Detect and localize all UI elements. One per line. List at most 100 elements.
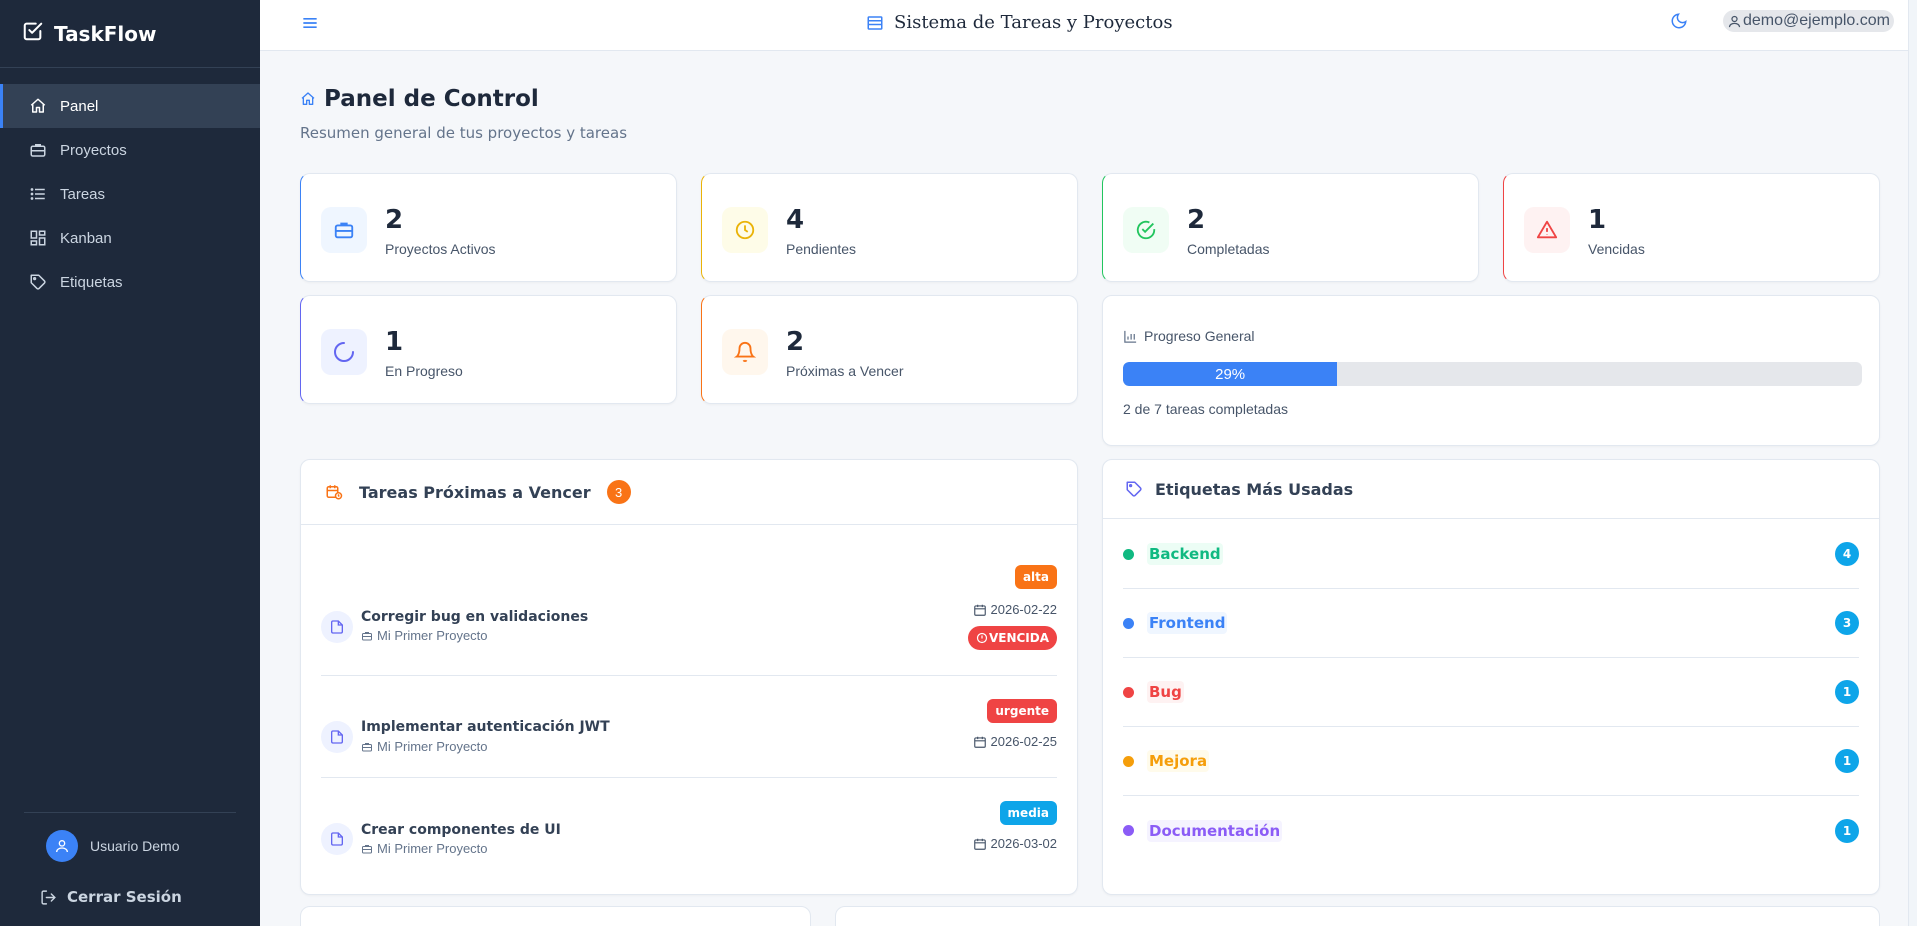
progress-title-text: Progreso General — [1144, 328, 1255, 344]
task-date-text: 2026-03-02 — [990, 836, 1058, 851]
task-project: Mi Primer Proyecto — [361, 841, 488, 856]
file-icon — [321, 721, 353, 753]
briefcase-icon — [361, 630, 373, 642]
stat-value: 2 — [786, 327, 805, 357]
tag-count-badge: 4 — [1835, 542, 1859, 566]
divider — [321, 777, 1057, 778]
stat-label: Pendientes — [786, 241, 857, 257]
stat-card-pendientes[interactable]: 4 Pendientes — [701, 173, 1078, 282]
scrollbar[interactable] — [1908, 0, 1917, 926]
briefcase-icon — [361, 843, 373, 855]
task-date: 2026-02-22 — [973, 602, 1057, 617]
moon-icon[interactable] — [1670, 12, 1688, 35]
home-icon — [300, 91, 316, 107]
stat-value: 2 — [385, 205, 404, 235]
tag-color-dot — [1123, 825, 1134, 836]
progress-fill: 29% — [1123, 362, 1338, 386]
upcoming-tasks-header: Tareas Próximas a Vencer 3 — [301, 460, 1077, 525]
topbar: Sistema de Tareas y Proyectos demo@ejemp… — [260, 0, 1917, 51]
tag-name: Documentación — [1147, 819, 1283, 842]
progress-title: Progreso General — [1123, 328, 1255, 344]
checkbox-logo-icon — [22, 20, 44, 47]
page-title: Panel de Control — [300, 86, 627, 112]
stat-card-en-progreso[interactable]: 1 En Progreso — [300, 295, 677, 404]
stat-card-proyectos-activos[interactable]: 2 Proyectos Activos — [300, 173, 677, 282]
bottom-card-right — [835, 906, 1880, 926]
avatar — [46, 830, 78, 862]
tag-row[interactable]: Bug 1 — [1123, 658, 1859, 727]
sidebar-item-tareas[interactable]: Tareas — [0, 172, 260, 216]
priority-badge: media — [999, 801, 1057, 825]
tag-row[interactable]: Documentación 1 — [1123, 796, 1859, 865]
alert-circle-icon — [976, 632, 988, 644]
task-date: 2026-03-02 — [973, 836, 1058, 851]
calendar-clock-icon — [325, 483, 343, 501]
task-name: Crear componentes de UI — [361, 822, 561, 838]
user-email: demo@ejemplo.com — [1743, 12, 1890, 29]
bell-icon — [722, 329, 768, 375]
sidebar-item-kanban[interactable]: Kanban — [0, 216, 260, 260]
upcoming-tasks-card: Tareas Próximas a Vencer 3 Corregir bug … — [300, 459, 1078, 895]
calendar-icon — [973, 837, 987, 851]
task-row[interactable]: Corregir bug en validaciones Mi Primer P… — [321, 565, 1057, 675]
upcoming-tasks-title: Tareas Próximas a Vencer — [359, 482, 591, 502]
task-date-text: 2026-02-25 — [990, 734, 1058, 749]
progress-card: Progreso General 29% 2 de 7 tareas compl… — [1102, 295, 1880, 446]
home-icon — [28, 96, 48, 116]
task-project: Mi Primer Proyecto — [361, 628, 488, 643]
user-name: Usuario Demo — [90, 838, 180, 854]
stat-card-completadas[interactable]: 2 Completadas — [1102, 173, 1479, 282]
stat-label: Próximas a Vencer — [786, 363, 904, 379]
tag-name: Frontend — [1147, 612, 1228, 634]
sidebar-item-panel[interactable]: Panel — [0, 84, 260, 128]
server-icon — [866, 14, 884, 32]
tag-count-badge: 1 — [1835, 680, 1859, 704]
stat-card-vencidas[interactable]: 1 Vencidas — [1503, 173, 1880, 282]
brand-name: TaskFlow — [54, 21, 157, 46]
file-icon — [321, 611, 353, 643]
tag-name: Mejora — [1147, 750, 1210, 772]
tag-row[interactable]: Frontend 3 — [1123, 589, 1859, 658]
sidebar-nav: Panel Proyectos Tareas Kanban Etiquetas — [0, 84, 260, 304]
sidebar-user[interactable]: Usuario Demo — [46, 830, 179, 862]
page-title-text: Panel de Control — [324, 86, 539, 112]
app-title: Sistema de Tareas y Proyectos — [866, 12, 1173, 33]
sidebar: TaskFlow Panel Proyectos Tareas Kanban E… — [0, 0, 260, 926]
sidebar-item-etiquetas[interactable]: Etiquetas — [0, 260, 260, 304]
spinner-icon — [321, 329, 367, 375]
sidebar-item-label: Panel — [60, 97, 99, 115]
bottom-card-left — [300, 906, 811, 926]
progress-summary: 2 de 7 tareas completadas — [1123, 401, 1288, 417]
clock-icon — [722, 207, 768, 253]
briefcase-icon — [28, 140, 48, 160]
calendar-icon — [973, 603, 987, 617]
check-circle-icon — [1123, 207, 1169, 253]
sidebar-item-proyectos[interactable]: Proyectos — [0, 128, 260, 172]
file-icon — [321, 823, 353, 855]
tag-count-badge: 1 — [1835, 749, 1859, 773]
logout-button[interactable]: Cerrar Sesión — [40, 888, 182, 906]
overdue-badge: VENCIDA — [967, 626, 1057, 650]
list-icon — [28, 184, 48, 204]
app-title-text: Sistema de Tareas y Proyectos — [894, 12, 1173, 33]
hamburger-menu-icon[interactable] — [300, 13, 320, 38]
warning-icon — [1524, 207, 1570, 253]
briefcase-icon — [361, 741, 373, 753]
stat-label: Completadas — [1187, 241, 1270, 257]
task-row[interactable]: Implementar autenticación JWT Mi Primer … — [321, 699, 1057, 771]
task-project-name: Mi Primer Proyecto — [377, 628, 488, 643]
tag-count-badge: 3 — [1835, 611, 1859, 635]
tag-count-badge: 1 — [1835, 818, 1859, 843]
task-row[interactable]: Crear componentes de UI Mi Primer Proyec… — [321, 801, 1057, 873]
kanban-icon — [28, 228, 48, 248]
stat-card-proximas-vencer[interactable]: 2 Próximas a Vencer — [701, 295, 1078, 404]
user-email-chip[interactable]: demo@ejemplo.com — [1723, 10, 1894, 32]
tag-row[interactable]: Backend 4 — [1123, 520, 1859, 589]
progress-bar: 29% — [1123, 362, 1862, 386]
brand[interactable]: TaskFlow — [0, 0, 260, 68]
tag-row[interactable]: Mejora 1 — [1123, 727, 1859, 796]
stat-value: 2 — [1187, 205, 1206, 235]
tag-color-dot — [1123, 686, 1134, 698]
sidebar-item-label: Kanban — [60, 229, 112, 247]
stat-label: En Progreso — [385, 363, 463, 379]
